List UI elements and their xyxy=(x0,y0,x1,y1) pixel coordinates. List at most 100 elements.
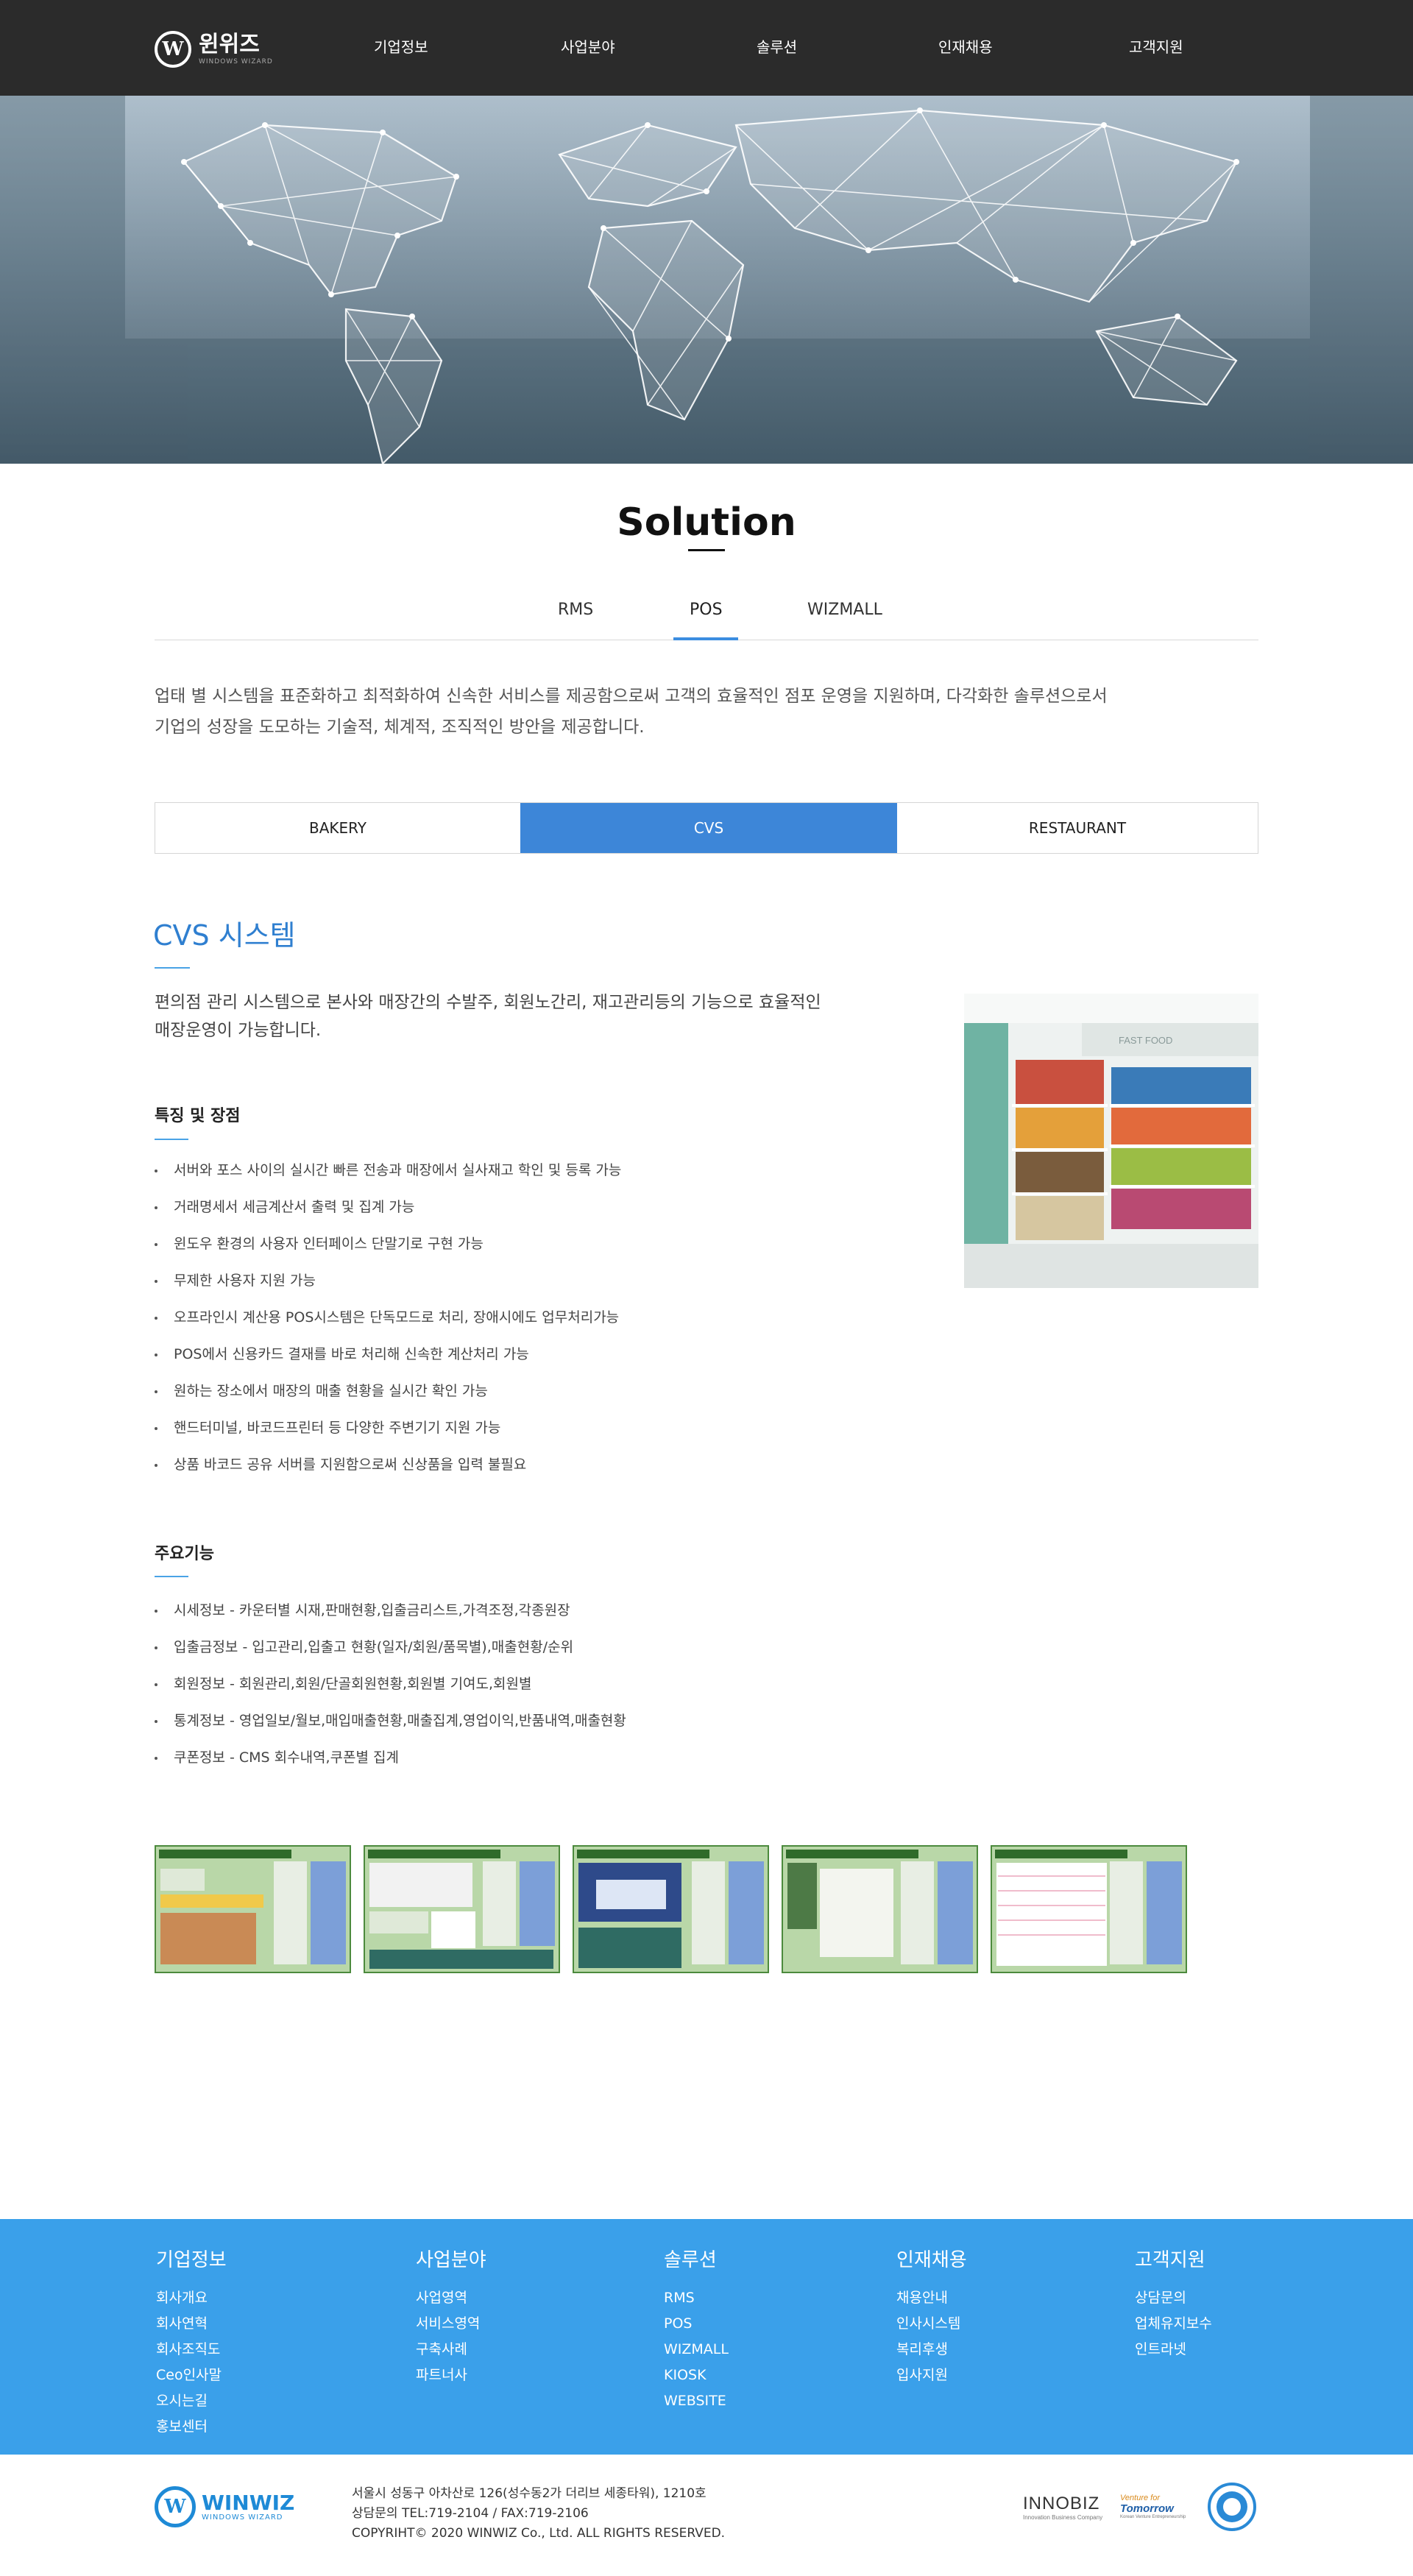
store-sign-text: FAST FOOD xyxy=(1119,1035,1172,1046)
functions-heading-line xyxy=(155,1576,188,1577)
tab-bakery[interactable]: BAKERY xyxy=(155,803,520,853)
list-item: 윈도우 환경의 사용자 인터페이스 단말기로 구현 가능 xyxy=(155,1225,621,1262)
footer-link[interactable]: 홍보센터 xyxy=(156,2414,227,2440)
features-heading: 특징 및 장점 xyxy=(155,1107,241,1125)
footer-link[interactable]: 구축사례 xyxy=(416,2337,486,2363)
cvs-desc-line-2: 매장운영이 가능합니다. xyxy=(155,1021,322,1040)
footer-col-title: 기업정보 xyxy=(156,2249,227,2271)
list-item: 오프라인시 계산용 POS시스템은 단독모드로 처리, 장애시에도 업무처리가능 xyxy=(155,1299,621,1336)
page-title: Solution xyxy=(617,500,796,545)
footer-link[interactable]: 상담문의 xyxy=(1135,2285,1212,2311)
certification-seal-icon xyxy=(1207,2482,1257,2532)
footer-link[interactable]: 회사연혁 xyxy=(156,2311,227,2337)
solution-tabs: RMS POS WIZMALL xyxy=(155,581,1258,640)
list-item: 거래명세서 세금계산서 출력 및 집계 가능 xyxy=(155,1189,621,1225)
list-item: 통계정보 - 영업일보/월보,매입매출현황,매출집계,영업이익,반품내역,매출현… xyxy=(155,1702,626,1739)
pos-screenshot-4[interactable] xyxy=(782,1845,978,1973)
convenience-store-photo: FAST FOOD xyxy=(964,994,1258,1288)
pos-screenshot-5[interactable] xyxy=(991,1845,1187,1973)
list-item: 상품 바코드 공유 서버를 지원함으로써 신상품을 입력 불필요 xyxy=(155,1446,621,1483)
tab-pos[interactable]: POS xyxy=(690,601,723,619)
footer-link[interactable]: 파트너사 xyxy=(416,2363,486,2388)
logo-subtext: WINDOWS WIZARD xyxy=(199,57,273,66)
list-item: 무제한 사용자 지원 가능 xyxy=(155,1262,621,1299)
hero-banner-world-map xyxy=(0,96,1413,464)
venture-main-text: Tomorrow xyxy=(1120,2502,1174,2515)
footer-col-company: 기업정보 회사개요 회사연혁 회사조직도 Ceo인사말 오시는길 홍보센터 xyxy=(156,2245,227,2440)
footer-address: 서울시 성동구 아차산로 126(성수동2가 더리브 세종타워), 1210호 xyxy=(352,2486,706,2501)
tab-restaurant[interactable]: RESTAURANT xyxy=(897,803,1258,853)
footer-company-info: 서울시 성동구 아차산로 126(성수동2가 더리브 세종타워), 1210호 … xyxy=(352,2484,725,2544)
list-item: 쿠폰정보 - CMS 회수내역,쿠폰별 집계 xyxy=(155,1739,626,1776)
venture-subtext: Korean Venture Entrepreneurship xyxy=(1120,2515,1186,2519)
footer-col-business: 사업분야 사업영역 서비스영역 구축사례 파트너사 xyxy=(416,2245,486,2388)
title-underline xyxy=(688,549,725,551)
footer-col-title: 사업분야 xyxy=(416,2249,486,2271)
footer-logo-text: WINWIZ xyxy=(202,2490,295,2515)
functions-list: 시세정보 - 카운터별 시재,판매현황,입출금리스트,가격조정,각종원장 입출금… xyxy=(155,1592,626,1776)
footer-logo-mark: W xyxy=(155,2486,196,2527)
features-heading-line xyxy=(155,1139,188,1140)
footer-link[interactable]: 서비스영역 xyxy=(416,2311,486,2337)
footer-link[interactable]: 회사개요 xyxy=(156,2285,227,2311)
footer-link[interactable]: 업체유지보수 xyxy=(1135,2311,1212,2337)
pos-screenshot-gallery xyxy=(155,1845,1187,1973)
footer-col-title: 인재채용 xyxy=(896,2249,967,2271)
innobiz-text: INNOBIZ xyxy=(1023,2493,1100,2513)
pos-screenshot-3[interactable] xyxy=(573,1845,769,1973)
pos-screenshot-1[interactable] xyxy=(155,1845,351,1973)
footer-link[interactable]: 오시는길 xyxy=(156,2388,227,2414)
footer-link[interactable]: POS xyxy=(664,2311,729,2337)
nav-recruit[interactable]: 인재채용 xyxy=(938,35,993,57)
pos-screenshot-2[interactable] xyxy=(364,1845,560,1973)
tab-wizmall[interactable]: WIZMALL xyxy=(807,601,882,619)
nav-solution[interactable]: 솔루션 xyxy=(757,35,797,57)
footer-link[interactable]: 인트라넷 xyxy=(1135,2337,1212,2363)
nav-support[interactable]: 고객지원 xyxy=(1129,35,1183,57)
world-network-illustration xyxy=(0,96,1413,464)
footer-link[interactable]: 사업영역 xyxy=(416,2285,486,2311)
footer-logo[interactable]: W WINWIZ WINDOWS WIZARD xyxy=(155,2486,294,2527)
cvs-title: CVS 시스템 xyxy=(153,919,296,952)
nav-company[interactable]: 기업정보 xyxy=(374,35,428,57)
list-item: 입출금정보 - 입고관리,입출고 현황(일자/회원/품목별),매출현황/순위 xyxy=(155,1629,626,1666)
nav-business[interactable]: 사업분야 xyxy=(561,35,615,57)
logo-text: 윈위즈 xyxy=(199,31,260,57)
intro-text: 업태 별 시스템을 표준화하고 최적화하여 신속한 서비스를 제공함으로써 고객… xyxy=(155,681,1185,743)
footer-link[interactable]: 복리후생 xyxy=(896,2337,967,2363)
site-header: W 윈위즈 WINDOWS WIZARD 기업정보 사업분야 솔루션 인재채용 … xyxy=(0,0,1413,96)
list-item: POS에서 신용카드 결재를 바로 처리해 신속한 계산처리 가능 xyxy=(155,1336,621,1373)
footer-link[interactable]: WEBSITE xyxy=(664,2388,729,2414)
tab-cvs[interactable]: CVS xyxy=(520,803,897,853)
footer-logo-subtext: WINDOWS WIZARD xyxy=(202,2513,283,2522)
site-logo[interactable]: W 윈위즈 WINDOWS WIZARD xyxy=(155,31,273,68)
active-tab-indicator xyxy=(673,637,738,640)
footer-copyright: COPYRIHT© 2020 WINWIZ Co., Ltd. ALL RIGH… xyxy=(352,2526,726,2541)
tab-rms[interactable]: RMS xyxy=(558,601,593,619)
list-item: 원하는 장소에서 매장의 매출 현황을 실시간 확인 가능 xyxy=(155,1373,621,1409)
footer-link[interactable]: 입사지원 xyxy=(896,2363,967,2388)
footer-link[interactable]: 채용안내 xyxy=(896,2285,967,2311)
footer-contact: 상담문의 TEL:719-2104 / FAX:719-2106 xyxy=(352,2506,589,2521)
features-list: 서버와 포스 사이의 실시간 빠른 전송과 매장에서 실사재고 학인 및 등록 … xyxy=(155,1152,621,1483)
cvs-desc-line-1: 편의점 관리 시스템으로 본사와 매장간의 수발주, 회원노간리, 재고관리등의… xyxy=(155,993,821,1012)
footer-link[interactable]: WIZMALL xyxy=(664,2337,729,2363)
footer-link[interactable]: 회사조직도 xyxy=(156,2337,227,2363)
footer-col-title: 고객지원 xyxy=(1135,2249,1205,2271)
footer-col-support: 고객지원 상담문의 업체유지보수 인트라넷 xyxy=(1135,2245,1212,2363)
cvs-description: 편의점 관리 시스템으로 본사와 매장간의 수발주, 회원노간리, 재고관리등의… xyxy=(155,988,861,1044)
list-item: 시세정보 - 카운터별 시재,판매현황,입출금리스트,가격조정,각종원장 xyxy=(155,1592,626,1629)
footer-col-recruit: 인재채용 채용안내 인사시스템 복리후생 입사지원 xyxy=(896,2245,967,2388)
footer-link[interactable]: KIOSK xyxy=(664,2363,729,2388)
innobiz-subtext: Innovation Business Company xyxy=(1023,2513,1103,2521)
footer-link[interactable]: 인사시스템 xyxy=(896,2311,967,2337)
venture-text: Venture for xyxy=(1120,2494,1161,2503)
footer-link[interactable]: Ceo인사말 xyxy=(156,2363,227,2388)
logo-mark: W xyxy=(155,31,191,68)
list-item: 서버와 포스 사이의 실시간 빠른 전송과 매장에서 실사재고 학인 및 등록 … xyxy=(155,1152,621,1189)
footer-col-solution: 솔루션 RMS POS WIZMALL KIOSK WEBSITE xyxy=(664,2245,729,2414)
functions-heading: 주요기능 xyxy=(155,1545,214,1563)
footer-link[interactable]: RMS xyxy=(664,2285,729,2311)
list-item: 회원정보 - 회원관리,회원/단골회원현황,회원별 기여도,회원별 xyxy=(155,1666,626,1702)
intro-line-1: 업태 별 시스템을 표준화하고 최적화하여 신속한 서비스를 제공함으로써 고객… xyxy=(155,687,1108,706)
